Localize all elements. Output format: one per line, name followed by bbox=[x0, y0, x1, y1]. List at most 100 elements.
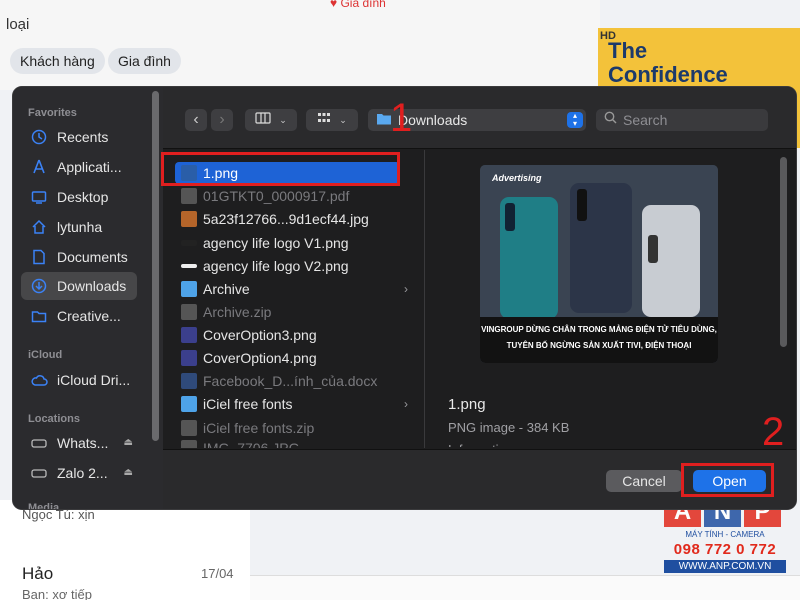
file-item[interactable]: iCiel free fonts.zip bbox=[175, 417, 400, 439]
file-name: Archive.zip bbox=[203, 304, 272, 320]
folder-icon bbox=[181, 396, 197, 412]
chevron-down-icon: ⌄ bbox=[339, 114, 347, 125]
sidebar-group-favorites: Favorites bbox=[28, 107, 77, 119]
highlight-box-file bbox=[161, 152, 400, 186]
file-item[interactable]: 5a23f12766...9d1ecf44.jpg bbox=[175, 208, 400, 230]
file-item[interactable]: CoverOption3.png bbox=[175, 324, 400, 346]
sidebar-item-home[interactable]: lytunha bbox=[21, 213, 137, 241]
chevron-left-icon: ‹ bbox=[193, 111, 199, 128]
folder-item-archive[interactable]: Archive › bbox=[175, 278, 408, 300]
folder-item-iciel-fonts[interactable]: iCiel free fonts › bbox=[175, 393, 408, 415]
sidebar-group-locations: Locations bbox=[28, 413, 80, 425]
image-file-icon bbox=[181, 264, 197, 268]
open-file-dialog: Favorites Recents Applicati... Desktop l… bbox=[12, 86, 797, 510]
sidebar-item-label: lytunha bbox=[57, 219, 103, 235]
apps-icon bbox=[30, 158, 48, 176]
anp-phone: 098 772 0 772 bbox=[673, 541, 777, 558]
file-name: CoverOption3.png bbox=[203, 327, 317, 343]
sidebar-item-downloads[interactable]: Downloads bbox=[21, 272, 137, 300]
file-name: agency life logo V1.png bbox=[203, 235, 349, 251]
sidebar-item-label: Downloads bbox=[57, 278, 127, 294]
download-icon bbox=[30, 277, 48, 295]
thumbnail-caption: VINGROUP DỪNG CHÂN TRONG MẢNG ĐIỆN TỬ TI… bbox=[481, 325, 717, 334]
file-item[interactable]: agency life logo V1.png bbox=[175, 232, 400, 254]
clock-icon bbox=[30, 128, 48, 146]
file-item[interactable]: CoverOption4.png bbox=[175, 347, 400, 369]
chevron-down-icon: ⌄ bbox=[279, 114, 287, 125]
document-icon bbox=[30, 248, 48, 266]
sidebar-item-label: Desktop bbox=[57, 189, 109, 205]
sidebar-item-label: Documents bbox=[57, 249, 128, 265]
preview-file-name: 1.png bbox=[448, 396, 486, 413]
preview-more-info: Information bbox=[448, 442, 513, 447]
chip-customers[interactable]: Khách hàng bbox=[10, 48, 105, 74]
file-name: Archive bbox=[203, 281, 250, 297]
sidebar-item-creative[interactable]: Creative... bbox=[21, 302, 137, 330]
image-file-icon bbox=[181, 350, 197, 366]
chip-family[interactable]: Gia đình bbox=[108, 48, 181, 74]
search-field[interactable] bbox=[596, 109, 768, 131]
group-by-button[interactable]: ⌄ bbox=[306, 109, 358, 131]
sidebar-item-recents[interactable]: Recents bbox=[21, 123, 137, 151]
file-name: iCiel free fonts bbox=[203, 396, 293, 412]
view-mode-button[interactable]: ⌄ bbox=[245, 109, 297, 131]
sidebar-group-media: Media bbox=[28, 502, 60, 510]
file-item[interactable]: Facebook_D...ính_của.docx bbox=[175, 370, 400, 392]
sidebar-item-label: Whats... bbox=[57, 435, 109, 451]
folder-icon bbox=[30, 307, 48, 325]
preview-file-info: PNG image - 384 KB bbox=[448, 420, 570, 435]
finder-sidebar: Favorites Recents Applicati... Desktop l… bbox=[13, 87, 163, 509]
grid-icon bbox=[317, 111, 331, 129]
chat-preview: Bạn: xơ tiếp bbox=[22, 587, 92, 600]
stepper-icon: ▴ ▾ bbox=[567, 112, 583, 128]
step-number-1: 1 bbox=[390, 96, 413, 140]
sidebar-group-icloud: iCloud bbox=[28, 349, 63, 361]
thumbnail-caption-bar bbox=[480, 317, 718, 363]
chat-name[interactable]: Hảo bbox=[22, 564, 53, 584]
sidebar-item-label: Zalo 2... bbox=[57, 465, 108, 481]
ad-line-1: The bbox=[608, 38, 648, 63]
folder-icon bbox=[181, 281, 197, 297]
desktop-icon bbox=[30, 188, 48, 206]
file-item[interactable]: 01GTKT0_0000917.pdf bbox=[175, 185, 400, 207]
file-name: 01GTKT0_0000917.pdf bbox=[203, 188, 350, 204]
eject-icon[interactable]: ⏏ bbox=[124, 437, 133, 448]
sidebar-item-applications[interactable]: Applicati... bbox=[21, 153, 137, 181]
composer-toolbar bbox=[250, 575, 800, 600]
sidebar-item-zalo-volume[interactable]: Zalo 2... bbox=[21, 459, 137, 487]
file-name: IMG_7706.JPG bbox=[203, 440, 300, 448]
cancel-button[interactable]: Cancel bbox=[606, 470, 682, 492]
eject-icon[interactable]: ⏏ bbox=[124, 467, 133, 478]
file-item[interactable]: Archive.zip bbox=[175, 301, 400, 323]
search-input[interactable] bbox=[623, 112, 763, 128]
anp-website: WWW.ANP.COM.VN bbox=[664, 560, 786, 573]
sidebar-scrollbar[interactable] bbox=[152, 91, 159, 441]
home-icon bbox=[30, 218, 48, 236]
file-name: CoverOption4.png bbox=[203, 350, 317, 366]
sidebar-item-whatsapp-volume[interactable]: Whats... bbox=[21, 429, 137, 457]
forward-button[interactable]: › bbox=[211, 109, 233, 131]
sidebar-item-desktop[interactable]: Desktop bbox=[21, 183, 137, 211]
thumbnail-brand: Advertising bbox=[492, 173, 542, 183]
sidebar-item-icloud-drive[interactable]: iCloud Dri... bbox=[21, 366, 137, 394]
preview-scrollbar[interactable] bbox=[780, 157, 787, 347]
file-item[interactable]: IMG_7706.JPG bbox=[175, 440, 400, 448]
chevron-right-icon: › bbox=[219, 111, 225, 128]
image-file-icon bbox=[181, 240, 197, 246]
search-icon bbox=[604, 111, 617, 129]
highlight-box-open bbox=[681, 463, 774, 497]
drive-icon bbox=[30, 464, 48, 482]
drive-icon bbox=[30, 434, 48, 452]
pdf-file-icon bbox=[181, 188, 197, 204]
dialog-toolbar: ‹ › ⌄ ⌄ Downloads ▴ ▾ bbox=[163, 87, 796, 149]
chevron-right-icon: › bbox=[404, 397, 408, 411]
step-number-2: 2 bbox=[762, 410, 785, 454]
file-item[interactable]: agency life logo V2.png bbox=[175, 255, 400, 277]
file-name: 5a23f12766...9d1ecf44.jpg bbox=[203, 211, 369, 227]
ad-line-2: Confidence bbox=[608, 62, 728, 87]
background-header bbox=[0, 0, 600, 90]
thumbnail-caption: TUYÊN BỐ NGỪNG SẢN XUẤT TIVI, ĐIỆN THOẠI bbox=[506, 341, 692, 350]
file-name: Facebook_D...ính_của.docx bbox=[203, 373, 378, 389]
sidebar-item-documents[interactable]: Documents bbox=[21, 243, 137, 271]
back-button[interactable]: ‹ bbox=[185, 109, 207, 131]
